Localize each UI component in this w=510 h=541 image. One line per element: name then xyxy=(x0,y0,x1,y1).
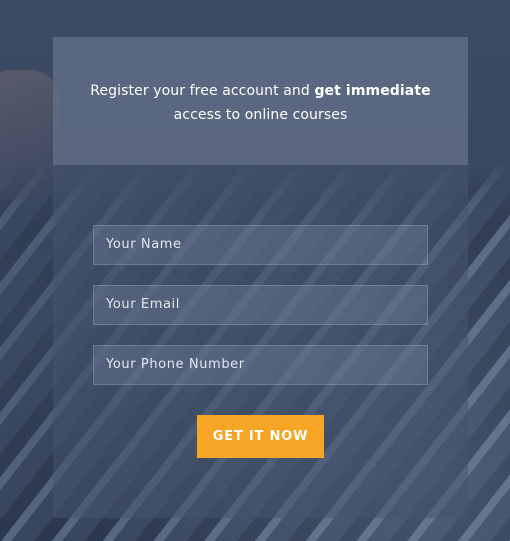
email-placeholder: Your Email xyxy=(106,297,180,312)
name-placeholder: Your Name xyxy=(106,237,182,252)
name-field[interactable]: Your Name xyxy=(93,225,428,265)
signup-card: Register your free account and get immed… xyxy=(53,37,468,518)
headline-text-end: access to online courses xyxy=(173,107,348,123)
phone-placeholder: Your Phone Number xyxy=(106,357,245,372)
signup-header: Register your free account and get immed… xyxy=(53,37,468,165)
headline-text-start: Register your free account and xyxy=(90,83,315,99)
phone-field[interactable]: Your Phone Number xyxy=(93,345,428,385)
email-field[interactable]: Your Email xyxy=(93,285,428,325)
background-hand-shape xyxy=(0,70,60,200)
signup-headline: Register your free account and get immed… xyxy=(73,79,448,127)
headline-emphasis: get immediate xyxy=(314,83,431,99)
get-it-now-button[interactable]: GET IT NOW xyxy=(197,415,324,458)
